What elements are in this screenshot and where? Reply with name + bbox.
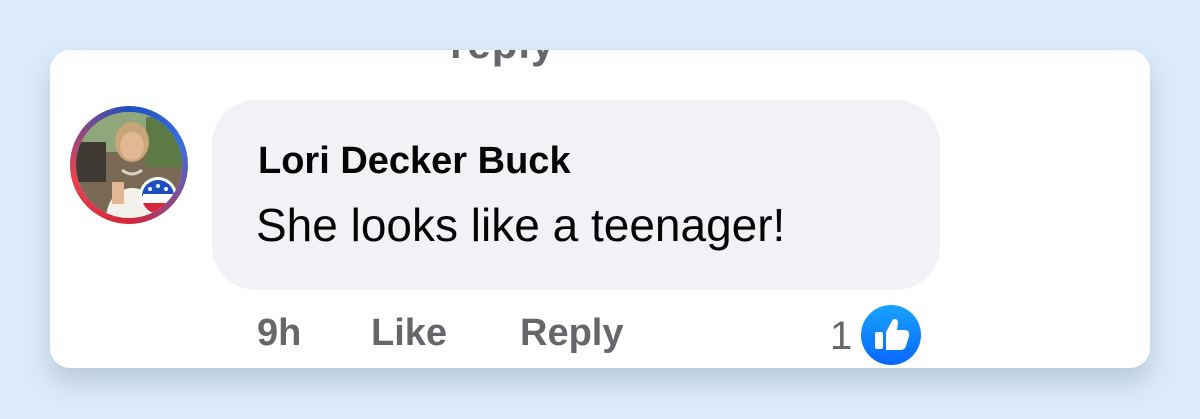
comment-timestamp[interactable]: 9h <box>257 312 301 355</box>
comment-card: reply <box>50 50 1150 368</box>
like-button[interactable]: Like <box>371 312 447 355</box>
comment-bubble: Lori Decker Buck She looks like a teenag… <box>212 100 940 290</box>
reply-button[interactable]: Reply <box>520 312 623 355</box>
comment-author-name[interactable]: Lori Decker Buck <box>258 140 571 183</box>
thumbs-up-icon-circle <box>861 305 921 365</box>
avatar-photo <box>76 112 182 218</box>
previous-reply-link-cropped[interactable]: reply <box>450 50 555 68</box>
comment-text: She looks like a teenager! <box>256 199 786 251</box>
thumbs-up-icon <box>858 302 924 368</box>
reaction-count: 1 <box>830 314 853 358</box>
thumbs-up-glyph <box>875 318 910 350</box>
avatar[interactable] <box>70 106 188 224</box>
